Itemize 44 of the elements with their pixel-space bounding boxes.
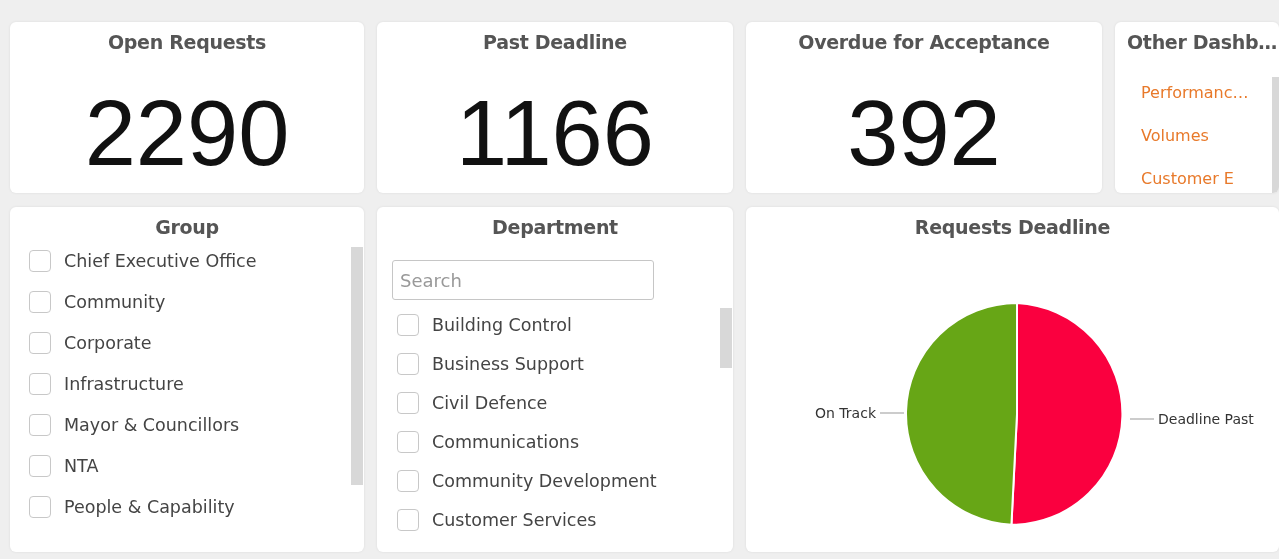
checkbox-label[interactable]: Building Control — [432, 315, 572, 335]
checkbox[interactable] — [397, 470, 419, 492]
checkbox[interactable] — [397, 392, 419, 414]
card-title: Group — [155, 215, 219, 238]
checkbox[interactable] — [397, 509, 419, 531]
kpi-value: 392 — [847, 81, 1001, 186]
scrollbar[interactable] — [720, 308, 732, 368]
checkbox[interactable] — [29, 332, 51, 354]
checkbox[interactable] — [397, 431, 419, 453]
checkbox[interactable] — [29, 414, 51, 436]
slice-label: Deadline Past — [1158, 411, 1254, 427]
checkbox-label[interactable]: Mayor & Councillors — [64, 415, 240, 435]
card-title: Department — [492, 215, 618, 238]
checkbox-label[interactable]: Infrastructure — [64, 374, 184, 394]
checkbox-label[interactable]: People & Capability — [64, 497, 235, 517]
kpi-value: 1166 — [456, 81, 654, 186]
kpi-value: 2290 — [84, 81, 290, 186]
checkbox-label[interactable]: Customer Services — [432, 510, 597, 530]
checkbox[interactable] — [29, 455, 51, 477]
search-field[interactable]: Search — [392, 260, 654, 300]
card-title: Other Dashb… — [1126, 30, 1278, 53]
checkbox-label[interactable]: Corporate — [64, 333, 152, 353]
card-title: Open Requests — [107, 30, 267, 53]
leader-line — [879, 412, 905, 414]
checkbox[interactable] — [29, 250, 51, 272]
checkbox-label[interactable]: Communications — [432, 432, 580, 452]
checkbox[interactable] — [29, 496, 51, 518]
checkbox[interactable] — [397, 314, 419, 336]
leader-line — [1129, 418, 1155, 420]
checkbox-label[interactable]: Business Support — [432, 354, 584, 374]
checkbox[interactable] — [397, 353, 419, 375]
checkbox[interactable] — [29, 373, 51, 395]
checkbox-label[interactable]: Civil Defence — [432, 393, 548, 413]
checkbox-label[interactable]: Community — [64, 292, 166, 312]
card-title: Overdue for Acceptance — [798, 30, 1050, 53]
scrollbar[interactable] — [351, 247, 363, 485]
card-title: Past Deadline — [483, 30, 627, 53]
slice-label: On Track — [815, 405, 876, 421]
scrollbar[interactable] — [1272, 77, 1279, 193]
checkbox-label[interactable]: Chief Executive Office — [64, 251, 257, 271]
card-title: Requests Deadline — [914, 215, 1111, 238]
checkbox[interactable] — [29, 291, 51, 313]
checkbox-label[interactable]: NTA — [64, 456, 99, 476]
checkbox-label[interactable]: Community Development — [432, 471, 657, 491]
